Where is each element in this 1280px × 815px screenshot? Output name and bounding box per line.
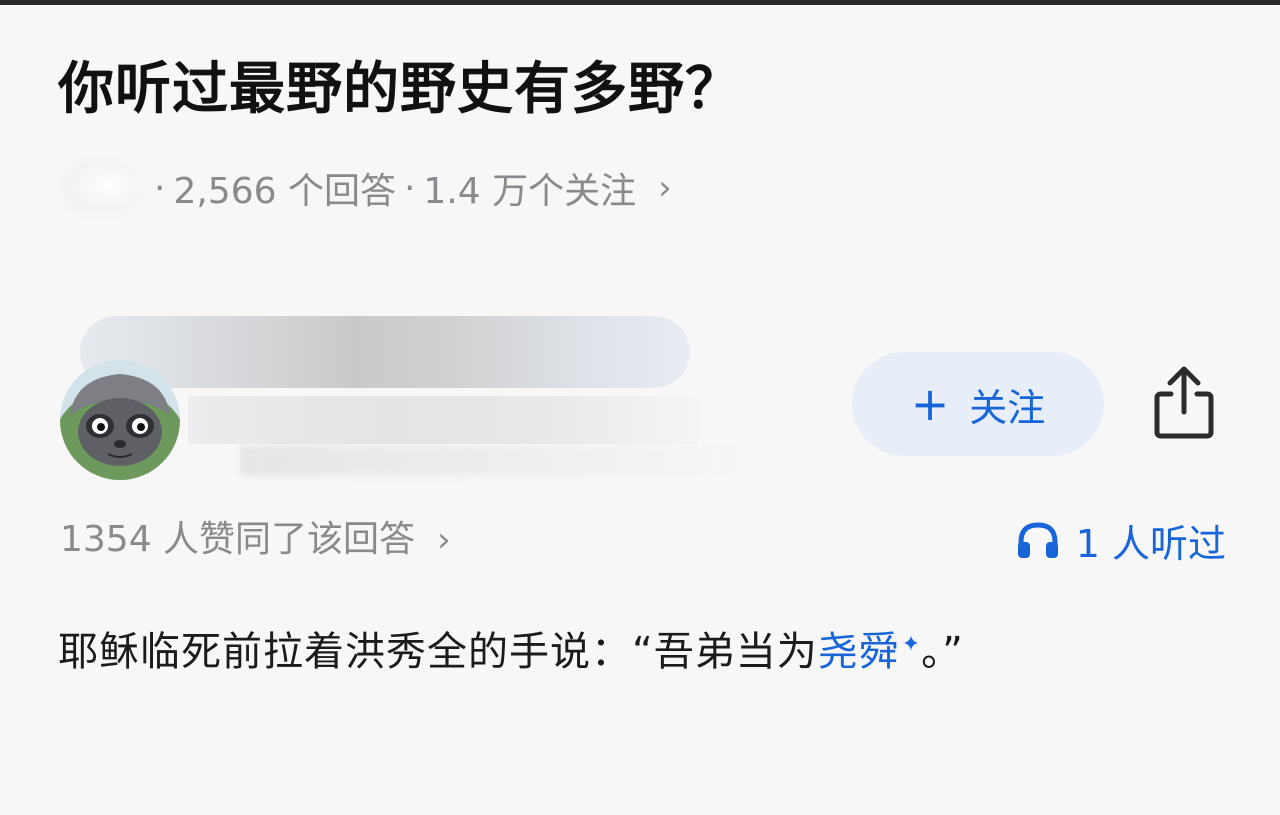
question-title[interactable]: 你听过最野的野史有多野？ bbox=[58, 52, 742, 128]
chevron-right-icon: › bbox=[437, 520, 451, 560]
headphones-icon bbox=[1017, 522, 1058, 558]
sparkle-icon: ✦ bbox=[901, 631, 922, 657]
chevron-right-icon: › bbox=[658, 168, 672, 208]
follow-label: 关注 bbox=[969, 385, 1046, 430]
avatar[interactable] bbox=[60, 360, 180, 480]
top-border bbox=[0, 0, 1280, 5]
keyword-link[interactable]: 尧舜 bbox=[818, 629, 900, 675]
question-author-blurred bbox=[60, 160, 142, 216]
author-bio-blurred bbox=[240, 446, 760, 476]
meta-separator: · bbox=[154, 167, 166, 209]
meta-separator: · bbox=[403, 167, 416, 209]
vote-count-link[interactable]: 1354 人赞同了该回答 › bbox=[60, 512, 451, 568]
share-icon bbox=[1154, 366, 1214, 439]
answer-meta: 1354 人赞同了该回答 › 1 人听过 bbox=[60, 512, 1226, 568]
answer-text-end: 。” bbox=[921, 629, 964, 675]
plus-icon: + bbox=[910, 377, 950, 431]
share-button[interactable] bbox=[1148, 362, 1220, 442]
answer-count: 2,566 个回答 bbox=[173, 171, 396, 212]
answer-body[interactable]: 耶稣临死前拉着洪秀全的手说：“吾弟当为尧舜✦。” bbox=[58, 612, 1158, 692]
listen-count-label: 1 人听过 bbox=[1075, 521, 1226, 566]
avatar-raccoon-icon bbox=[60, 360, 180, 480]
listen-count[interactable]: 1 人听过 bbox=[1016, 512, 1226, 568]
answer-text: 耶稣临死前拉着洪秀全的手说：“吾弟当为 bbox=[58, 629, 818, 675]
follow-button[interactable]: + 关注 bbox=[852, 352, 1104, 456]
vote-count: 1354 人赞同了该回答 bbox=[60, 519, 416, 560]
author-row: + 关注 bbox=[0, 300, 1280, 490]
question-meta[interactable]: · 2,566 个回答 · 1.4 万个关注 › bbox=[60, 160, 672, 216]
follower-count: 1.4 万个关注 bbox=[423, 171, 637, 212]
author-bio-blurred bbox=[188, 396, 698, 444]
author-name-blurred[interactable] bbox=[80, 316, 690, 388]
